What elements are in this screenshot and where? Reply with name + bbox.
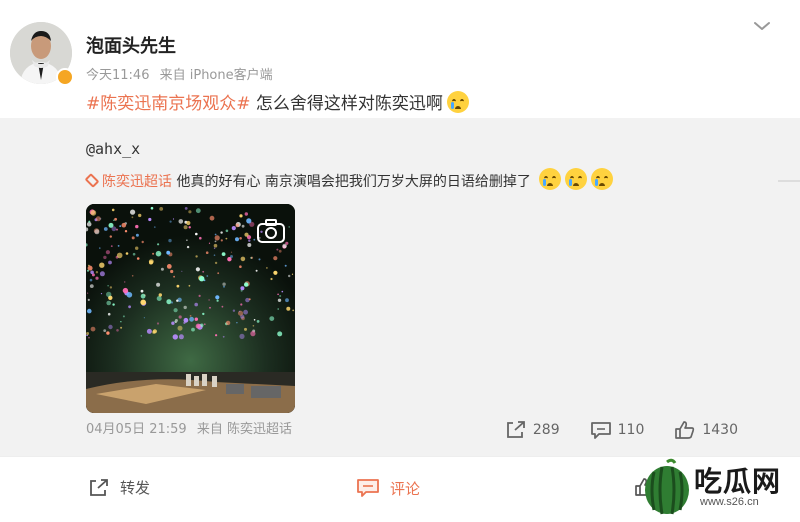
repost-stats: 289 110 1430	[505, 420, 738, 440]
supertopic-icon	[84, 173, 100, 188]
more-options-icon[interactable]	[750, 16, 774, 36]
repost-button[interactable]: 转发	[88, 477, 150, 498]
share-icon	[90, 478, 108, 496]
cry-emoji-icon	[591, 168, 614, 190]
site-watermark: 吃瓜网 www.s26.cn	[642, 456, 796, 518]
repost-username[interactable]: @ahx_x	[86, 140, 140, 158]
post-text: #陈奕迅南京场观众# 怎么舍得这样对陈奕迅啊	[86, 89, 469, 114]
comment-icon	[357, 479, 379, 497]
comment-icon	[590, 422, 611, 439]
post-source[interactable]: 来自 iPhone客户端	[160, 68, 273, 83]
verified-badge-icon	[56, 68, 74, 86]
repost-date: 04月05日 21:59	[86, 422, 187, 437]
concert-photo[interactable]	[86, 204, 295, 413]
scroll-indicator	[778, 180, 800, 182]
repost-button-label: 转发	[120, 479, 151, 497]
avatar-wrapper[interactable]	[10, 22, 74, 86]
repost-count-button[interactable]: 289	[505, 420, 560, 440]
comment-count: 110	[617, 422, 645, 438]
like-count: 1430	[702, 422, 738, 438]
watermark-url: www.s26.cn	[696, 496, 763, 508]
watermark-title: 吃瓜网	[694, 465, 782, 498]
supertopic-link[interactable]: 陈奕迅超话	[84, 173, 172, 190]
repost-text: 陈奕迅超话 他真的好有心 南京演唱会把我们万岁大屏的日语给删掉了	[84, 168, 614, 191]
author-name[interactable]: 泡面头先生	[86, 32, 176, 58]
cry-emoji-icon	[446, 91, 469, 113]
post-header: 泡面头先生 今天11:46 来自 iPhone客户端 #陈奕迅南京场观众# 怎么…	[0, 0, 800, 118]
repost-body-text: 他真的好有心 南京演唱会把我们万岁大屏的日语给删掉了	[172, 174, 531, 190]
comment-count-button[interactable]: 110	[590, 420, 645, 440]
post-meta: 今天11:46 来自 iPhone客户端	[86, 64, 273, 83]
topic-link[interactable]: #陈奕迅南京场观众#	[86, 94, 251, 114]
comment-button[interactable]: 评论	[356, 477, 420, 499]
post-body-text: 怎么舍得这样对陈奕迅啊	[250, 94, 443, 114]
post-time: 今天11:46	[86, 68, 150, 83]
repost-count: 289	[532, 422, 560, 438]
share-icon	[506, 421, 525, 438]
repost-footer: 04月05日 21:59 来自 陈奕迅超话	[86, 418, 292, 437]
watermelon-logo-icon	[645, 458, 689, 515]
like-count-button[interactable]: 1430	[674, 420, 738, 440]
comment-button-label: 评论	[390, 479, 421, 498]
thumbs-up-icon	[675, 421, 695, 439]
repost-card[interactable]: @ahx_x 陈奕迅超话 他真的好有心 南京演唱会把我们万岁大屏的日语给删掉了	[0, 118, 800, 456]
cry-emoji-icon	[539, 168, 562, 190]
repost-source[interactable]: 来自 陈奕迅超话	[197, 422, 292, 437]
camera-icon	[256, 218, 286, 244]
cry-emoji-icon	[565, 168, 588, 190]
supertopic-label: 陈奕迅超话	[102, 174, 172, 190]
